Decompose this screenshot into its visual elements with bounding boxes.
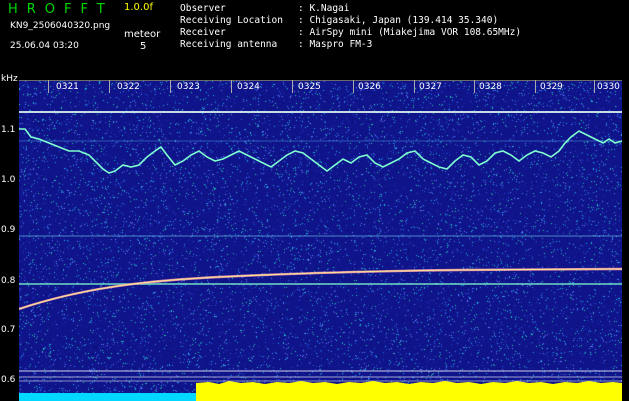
spectrogram-overlay: [19, 111, 622, 401]
meteor-label: meteor: [124, 29, 161, 40]
x-tick-label-0329: 0329: [540, 82, 563, 92]
x-tick-label-0327: 0327: [419, 82, 442, 92]
x-tick-label-0322: 0322: [117, 82, 140, 92]
info-key-location: Receiving Location: [180, 15, 283, 26]
info-key-receiver: Receiver: [180, 27, 226, 38]
x-tick: [474, 80, 475, 93]
y-tick-label-0-9: 0.9: [1, 225, 16, 235]
x-tick-label-0330: 0330: [597, 82, 620, 92]
info-value-antenna: : Maspro FM-3: [298, 39, 373, 50]
x-tick-label-0324: 0324: [237, 82, 260, 92]
x-tick-label-0325: 0325: [298, 82, 321, 92]
y-axis-unit: kHz: [1, 74, 18, 84]
y-tick-label-0-6: 0.6: [1, 375, 16, 385]
info-value-observer: : K.Nagai: [298, 3, 350, 14]
filename-label: KN9_2506040320.png: [10, 21, 111, 31]
x-tick: [109, 80, 110, 93]
info-value-location: : Chigasaki, Japan (139.414 35.340): [298, 15, 499, 26]
meteor-count: 5: [140, 41, 147, 52]
y-tick-label-1-0: 1.0: [1, 175, 16, 185]
y-tick-label-0-8: 0.8: [1, 276, 16, 286]
header-panel: HROFFT 1.0.0f KN9_2506040320.png meteor …: [0, 0, 629, 74]
doppler-curve-core: [19, 268, 622, 310]
right-border: [622, 80, 629, 400]
info-value-receiver: : AirSpy mini (Miakejima VOR 108.65MHz): [298, 27, 522, 38]
spectrogram-plot: [19, 80, 622, 401]
x-tick: [535, 80, 536, 93]
app-title: HROFFT: [8, 2, 114, 17]
x-tick: [414, 80, 415, 93]
x-tick-label-0328: 0328: [479, 82, 502, 92]
x-tick: [594, 80, 595, 93]
info-key-observer: Observer: [180, 3, 226, 14]
x-tick: [48, 80, 49, 93]
x-tick-label-0323: 0323: [177, 82, 200, 92]
version-label: 1.0.0f: [124, 2, 153, 13]
y-tick-label-0-7: 0.7: [1, 325, 16, 335]
x-tick: [170, 80, 171, 93]
x-tick: [292, 80, 293, 93]
x-tick: [353, 80, 354, 93]
bottom-bar-yellow: [196, 381, 622, 401]
doppler-curve-trace: [19, 267, 622, 311]
x-tick-label-0326: 0326: [358, 82, 381, 92]
timestamp-label: 25.06.04 03:20: [10, 41, 79, 51]
wavy-signal-trace: [19, 128, 622, 174]
x-tick-label-0321: 0321: [56, 82, 79, 92]
x-tick: [231, 80, 232, 93]
y-tick-label-1-1: 1.1: [1, 125, 16, 135]
info-key-antenna: Receiving antenna: [180, 39, 278, 50]
